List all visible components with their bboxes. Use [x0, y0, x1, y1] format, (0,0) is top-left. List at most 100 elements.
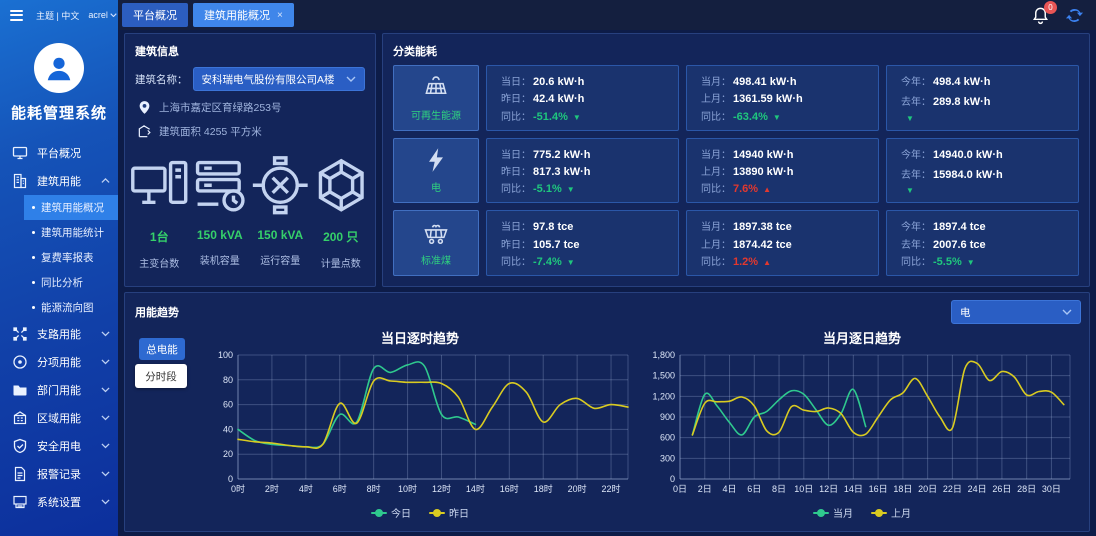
total-energy-button[interactable]: 总电能 [139, 338, 185, 360]
trend-down-icon: ▼ [773, 113, 781, 122]
svg-text:28日: 28日 [1017, 484, 1036, 494]
category-tile-renewable[interactable]: 可再生能源 [393, 65, 479, 131]
sidebar-item-label: 部门用能 [37, 382, 92, 398]
energy-cell: 当月：1897.38 tce上月：1874.42 tce同比：1.2%▲ [686, 210, 879, 276]
energy-cell: 当月：14940 kW·h上月：13890 kW·h同比：7.6%▲ [686, 138, 879, 204]
sidebar-subitem[interactable]: 复费率报表 [24, 245, 118, 270]
svg-text:2时: 2时 [265, 483, 279, 494]
energy-line-label: 同比： [501, 180, 531, 195]
sidebar-item-department-energy[interactable]: 部门用能 [0, 376, 118, 404]
sidebar-item-system-settings[interactable]: 系统设置 [0, 488, 118, 516]
energy-cell: 当日：20.6 kW·h昨日：42.4 kW·h同比：-51.4%▼ [486, 65, 679, 131]
notification-bell-icon[interactable]: 0 [1031, 6, 1050, 25]
user-dropdown[interactable]: acrel [88, 10, 117, 20]
energy-line: 今年：498.4 kW·h [901, 73, 1064, 88]
energy-line: 上月：13890 kW·h [701, 163, 864, 178]
sidebar-subitem-label: 同比分析 [41, 275, 83, 290]
category-energy-grid: 可再生能源当日：20.6 kW·h昨日：42.4 kW·h同比：-51.4%▼当… [383, 65, 1089, 286]
sidebar-item-branch-energy[interactable]: 支路用能 [0, 320, 118, 348]
refresh-icon[interactable] [1065, 6, 1084, 25]
legend-item[interactable]: 今日 [371, 505, 411, 520]
trend-up-icon: ▲ [763, 185, 771, 194]
time-period-button[interactable]: 分时段 [135, 364, 187, 388]
energy-trend-panel: 用能趋势 电 总电能分时段 当日逐时趋势0204060801000时2时4时6时… [124, 292, 1090, 532]
energy-line: ▼ [901, 114, 1064, 123]
legend-label: 今日 [391, 505, 411, 520]
app-title: 能耗管理系统 [0, 102, 118, 123]
legend-label: 上月 [891, 505, 911, 520]
legend-label: 昨日 [449, 505, 469, 520]
sidebar-subitem[interactable]: 能源流向图 [24, 295, 118, 320]
sidebar-subitem-label: 复费率报表 [41, 250, 94, 265]
tab-building-energy-overview[interactable]: 建筑用能概况× [193, 3, 294, 27]
svg-text:80: 80 [223, 375, 233, 385]
energy-type-value: 电 [960, 305, 971, 320]
sidebar-item-label: 报警记录 [37, 466, 92, 482]
sidebar-item-region-energy[interactable]: 区域用能 [0, 404, 118, 432]
energy-line-label: 当日： [501, 218, 531, 233]
electricity-icon [422, 146, 450, 174]
main-area: 平台概况建筑用能概况× 0 建筑信息 建筑名称： 安科瑞电气股份有限公司A楼 [118, 0, 1096, 536]
sidebar-item-platform-overview[interactable]: 平台概况 [0, 139, 118, 167]
daily-trend-chart[interactable]: 03006009001,2001,5001,8000日2日4日6日8日10日12… [642, 347, 1082, 505]
legend-item[interactable]: 昨日 [429, 505, 469, 520]
stat-value: 150 kVA [190, 228, 251, 242]
svg-text:300: 300 [660, 453, 675, 463]
building-icon [12, 173, 28, 189]
svg-text:20日: 20日 [918, 484, 937, 494]
bullet-dot [32, 306, 35, 309]
legend-item[interactable]: 上月 [871, 505, 911, 520]
topbar: 平台概况建筑用能概况× 0 [118, 0, 1096, 30]
sidebar-item-subentry-energy[interactable]: 分项用能 [0, 348, 118, 376]
energy-line-value: 817.3 kW·h [533, 166, 590, 178]
avatar[interactable] [34, 43, 84, 93]
legend-marker [813, 509, 829, 517]
category-energy-panel: 分类能耗 可再生能源当日：20.6 kW·h昨日：42.4 kW·h同比：-51… [382, 33, 1090, 287]
tab-close-icon[interactable]: × [277, 10, 283, 21]
svg-text:8日: 8日 [772, 484, 786, 494]
energy-line: 今年：1897.4 tce [901, 218, 1064, 233]
svg-text:900: 900 [660, 412, 675, 422]
legend-label: 当月 [833, 505, 853, 520]
sidebar-subitem[interactable]: 建筑用能统计 [24, 220, 118, 245]
svg-text:12日: 12日 [819, 484, 838, 494]
category-tile-standard-coal[interactable]: 标准煤 [393, 210, 479, 276]
svg-text:16日: 16日 [869, 484, 888, 494]
sidebar-item-alarm-records[interactable]: 报警记录 [0, 460, 118, 488]
energy-line: 同比：-63.4%▼ [701, 108, 864, 123]
svg-text:6日: 6日 [747, 484, 761, 494]
trend-up-icon: ▲ [763, 258, 771, 267]
legend-item[interactable]: 当月 [813, 505, 853, 520]
energy-line-label: 当月： [701, 218, 731, 233]
hourly-trend-chart[interactable]: 0204060801000时2时4时6时8时10时12时14时16时18时20时… [200, 347, 640, 505]
building-area-icon [137, 124, 152, 139]
energy-line-label: 去年： [901, 236, 931, 251]
sidebar-subitem[interactable]: 同比分析 [24, 270, 118, 295]
energy-line-label: 同比： [701, 253, 731, 268]
tab-label: 平台概况 [133, 7, 177, 23]
energy-line-label: 昨日： [501, 236, 531, 251]
tab-bar: 平台概况建筑用能概况× [122, 3, 294, 27]
building-name-select[interactable]: 安科瑞电气股份有限公司A楼 [193, 67, 366, 91]
energy-line-value: 498.41 kW·h [733, 76, 797, 88]
energy-line-label: 去年： [901, 166, 931, 181]
energy-line: 同比：-5.5%▼ [901, 253, 1064, 268]
hamburger-menu-icon[interactable] [8, 5, 25, 25]
stat-label: 主变台数 [129, 255, 190, 270]
sidebar-item-safe-electricity[interactable]: 安全用电 [0, 432, 118, 460]
theme-language-switch[interactable]: 主题 | 中文 [36, 9, 79, 22]
svg-text:26日: 26日 [992, 484, 1011, 494]
energy-type-select[interactable]: 电 [951, 300, 1081, 324]
sidebar-item-building-energy[interactable]: 建筑用能 [0, 167, 118, 195]
energy-line-label: 昨日： [501, 90, 531, 105]
category-tile-electricity[interactable]: 电 [393, 138, 479, 204]
hourly-trend-chart-box: 当日逐时趋势0204060801000时2时4时6时8时10时12时14时16时… [199, 324, 641, 529]
sidebar-menu: 平台概况建筑用能建筑用能概况建筑用能统计复费率报表同比分析能源流向图支路用能分项… [0, 139, 118, 536]
sidebar-subitem-label: 能源流向图 [41, 300, 94, 315]
chevron-down-icon [101, 387, 110, 392]
tab-platform-overview[interactable]: 平台概况 [122, 3, 188, 27]
energy-line-value: 1897.4 tce [933, 221, 986, 233]
sidebar-subitem[interactable]: 建筑用能概况 [24, 195, 118, 220]
sidebar-subitem-label: 建筑用能统计 [41, 225, 104, 240]
trend-buttons: 总电能分时段 [131, 324, 199, 529]
